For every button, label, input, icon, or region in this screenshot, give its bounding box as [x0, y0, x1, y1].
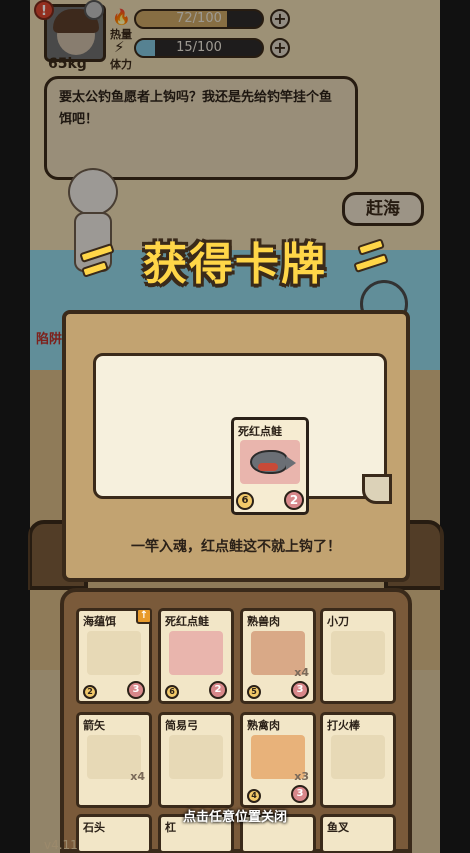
- paper-curl: [362, 474, 392, 504]
- slot-food-value: 5: [247, 685, 261, 699]
- right-letterbox: [440, 0, 470, 853]
- slot-name: 打火棒: [327, 719, 360, 732]
- bow-icon: [169, 735, 223, 779]
- left-letterbox: [0, 0, 30, 853]
- inventory-slot[interactable]: 打火棒: [320, 712, 396, 808]
- banner-title: 获得卡牌: [143, 239, 327, 290]
- knife-icon: [331, 631, 385, 675]
- inventory-slot[interactable]: 熟兽肉 x4 5 3: [240, 608, 316, 704]
- slot-count-value: 3: [127, 681, 145, 699]
- fire-stick-icon: [331, 735, 385, 779]
- slot-quantity: x4: [294, 666, 309, 679]
- version-label: v4.11: [44, 838, 78, 852]
- slot-food-value: 2: [83, 685, 97, 699]
- close-hint[interactable]: 点击任意位置关闭: [0, 806, 470, 825]
- slot-quantity: x4: [130, 770, 145, 783]
- fish-tail: [286, 456, 296, 470]
- slot-name: 小刀: [327, 615, 349, 628]
- banner-deco-left-2: [81, 260, 109, 278]
- card-name: 死红点鲑: [238, 425, 282, 438]
- slot-name: 箭矢: [83, 719, 105, 732]
- card-food-value: 6: [236, 492, 254, 510]
- banner-deco-right: [357, 238, 385, 256]
- fish-icon: [169, 631, 223, 675]
- slot-count-value: 2: [209, 681, 227, 699]
- inventory-slot[interactable]: 简易弓: [158, 712, 234, 808]
- slot-count-value: 3: [291, 785, 309, 803]
- inventory-slot[interactable]: 死红点鲑 6 2: [158, 608, 234, 704]
- reward-dialog: 死红点鲑 6 2 一竿入魂，红点鲑这不就上钩了！: [62, 310, 410, 582]
- slot-name: 海蕴饵: [83, 615, 116, 628]
- card-count-value: 2: [284, 490, 304, 510]
- reward-message: 一竿入魂，红点鲑这不就上钩了！: [131, 539, 341, 555]
- reward-card[interactable]: 死红点鲑 6 2: [231, 417, 309, 515]
- slot-name: 熟禽肉: [247, 719, 280, 732]
- slot-name: 死红点鲑: [165, 615, 209, 628]
- inventory-slot[interactable]: 箭矢 x4: [76, 712, 152, 808]
- game-screen[interactable]: ! 65kg 🔥 热量 72/100 + ⚡ 体力 15/100 + 要太公钓鱼…: [0, 0, 470, 853]
- slot-count-value: 3: [291, 681, 309, 699]
- slot-name: 熟兽肉: [247, 615, 280, 628]
- slot-quantity: x3: [294, 770, 309, 783]
- slot-name: 简易弓: [165, 719, 198, 732]
- reward-banner: 获得卡牌: [70, 228, 400, 292]
- reward-paper: 死红点鲑 6 2: [93, 353, 387, 515]
- inventory-slot[interactable]: 熟禽肉 x3 4 3: [240, 712, 316, 808]
- seaweed-bait-icon: [87, 631, 141, 675]
- slot-food-value: 4: [247, 789, 261, 803]
- slot-food-value: 6: [165, 685, 179, 699]
- inventory-slot[interactable]: 小刀: [320, 608, 396, 704]
- new-item-icon: ↑: [136, 608, 152, 624]
- fish-icon: [250, 450, 288, 474]
- card-art: [240, 440, 300, 484]
